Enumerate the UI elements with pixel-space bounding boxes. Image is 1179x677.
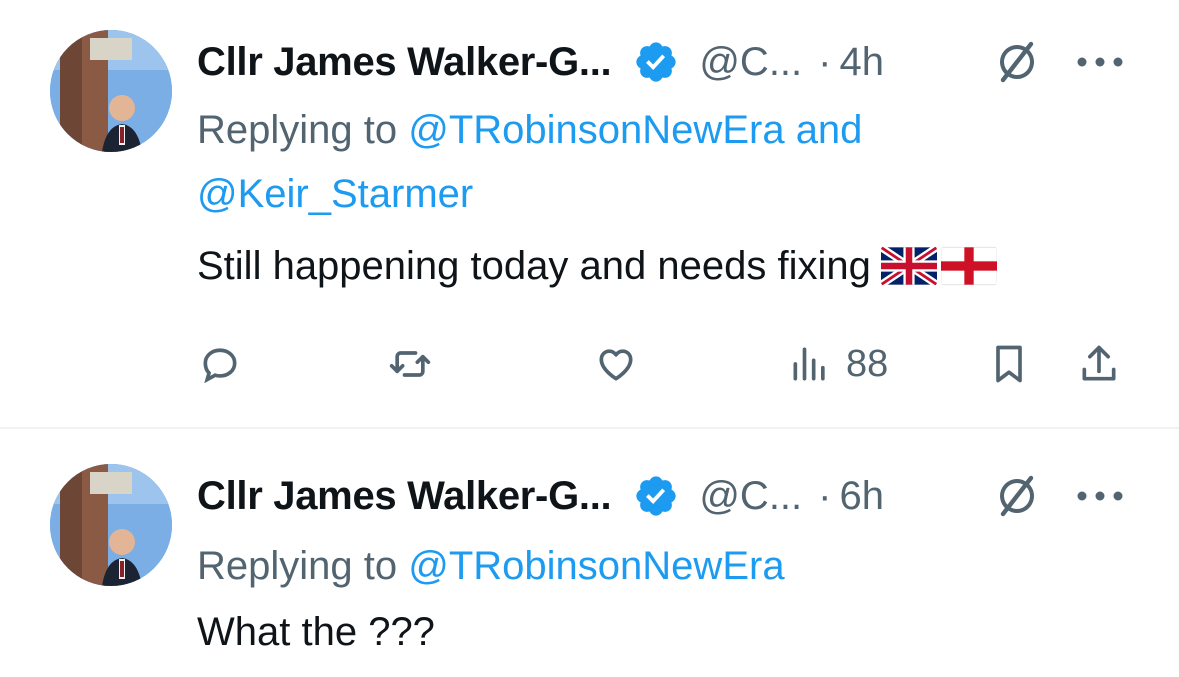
replying-to: Replying to @TRobinsonNewEra <box>197 534 1097 598</box>
replying-to-label: Replying to <box>197 544 398 588</box>
tweet-text: What the ??? <box>197 602 435 662</box>
uk-flag-icon <box>880 246 937 286</box>
england-flag-icon <box>940 246 997 286</box>
bookmark-button[interactable] <box>987 336 1031 392</box>
views-count: 88 <box>846 342 889 385</box>
avatar[interactable] <box>50 464 172 586</box>
avatar-photo <box>50 30 172 152</box>
tweet-text-content: Still happening today and needs fixing <box>197 243 871 288</box>
grok-icon[interactable] <box>993 38 1041 86</box>
replying-to: Replying to @TRobinsonNewEra and @Keir_S… <box>197 98 1097 226</box>
repost-button[interactable] <box>388 336 432 392</box>
separator-dot: · <box>818 39 832 84</box>
author-name[interactable]: Cllr James Walker-G... <box>197 40 612 85</box>
author-name[interactable]: Cllr James Walker-G... <box>197 474 612 519</box>
mention-conjunction[interactable]: and <box>796 108 863 152</box>
like-button[interactable] <box>594 336 638 392</box>
heart-icon <box>599 349 633 381</box>
tweet-header: Cllr James Walker-G... @C... · 6h <box>197 466 884 526</box>
tweet-reply[interactable]: Cllr James Walker-G... @C... · 6h Replyi… <box>0 430 1179 677</box>
share-button[interactable] <box>1077 336 1121 392</box>
grok-icon[interactable] <box>993 472 1041 520</box>
action-bar: 88 <box>0 336 1179 392</box>
mention-link[interactable]: @TRobinsonNewEra <box>408 544 784 588</box>
timestamp[interactable]: 6h <box>840 474 885 519</box>
avatar[interactable] <box>50 30 172 152</box>
tweet-header: Cllr James Walker-G... @C... · 4h <box>197 32 884 92</box>
tweet-reply[interactable]: Cllr James Walker-G... @C... · 4h Replyi… <box>0 0 1179 428</box>
avatar-photo <box>50 464 172 586</box>
reply-icon <box>203 348 237 384</box>
verified-badge-icon[interactable] <box>633 473 679 519</box>
more-options-icon[interactable] <box>1075 488 1125 504</box>
timestamp[interactable]: 4h <box>840 40 885 85</box>
more-options-icon[interactable] <box>1075 54 1125 70</box>
replying-to-label: Replying to <box>197 108 398 152</box>
mention-link[interactable]: @TRobinsonNewEra <box>408 108 784 152</box>
views-button[interactable]: 88 <box>788 336 888 392</box>
author-handle[interactable]: @C... <box>699 40 802 85</box>
tweet-text-content: What the ??? <box>197 609 435 654</box>
separator-dot: · <box>818 473 832 518</box>
share-icon <box>1082 345 1116 381</box>
views-chart-icon <box>793 347 825 381</box>
tweet-divider <box>0 427 1179 429</box>
repost-icon <box>389 351 431 377</box>
reply-button[interactable] <box>198 336 242 392</box>
bookmark-icon <box>996 345 1022 383</box>
verified-badge-icon[interactable] <box>633 39 679 85</box>
mention-link[interactable]: @Keir_Starmer <box>197 172 473 216</box>
author-handle[interactable]: @C... <box>699 474 802 519</box>
tweet-text: Still happening today and needs fixing <box>197 236 997 296</box>
